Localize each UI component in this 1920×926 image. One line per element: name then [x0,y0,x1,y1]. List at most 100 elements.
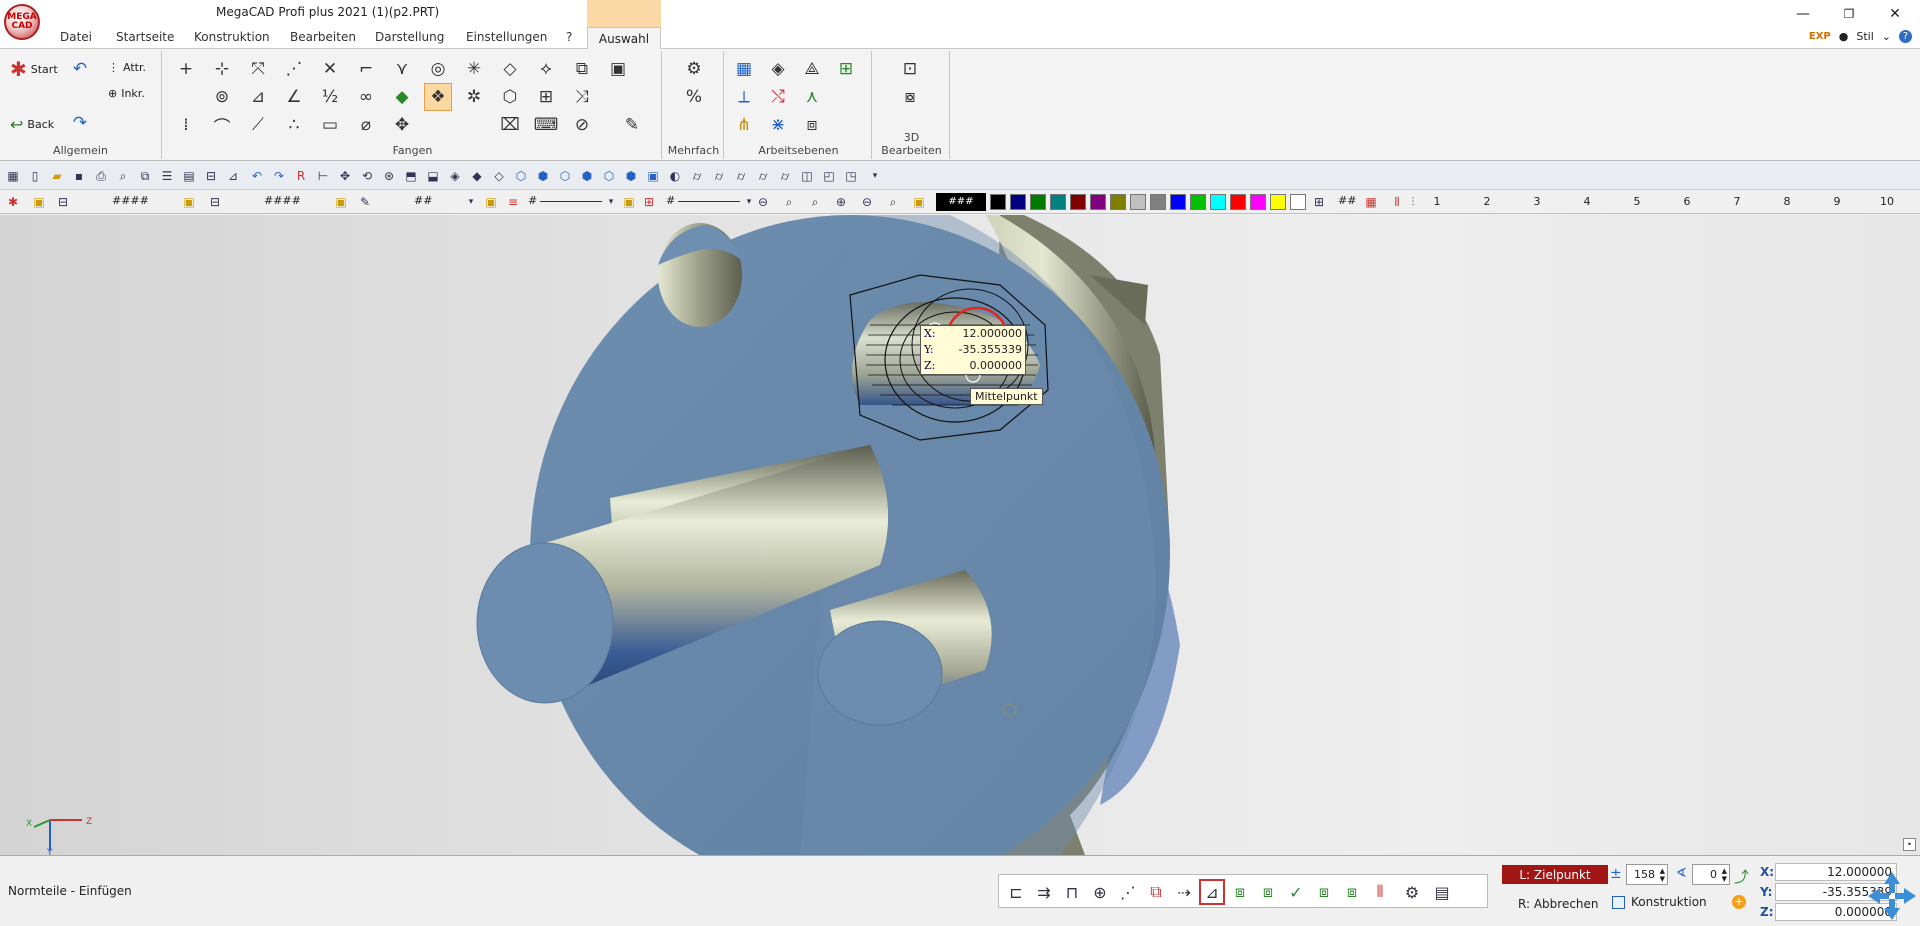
color-swatch[interactable] [1110,194,1126,210]
snap-axis-icon[interactable]: ⟡ [532,55,560,83]
grid-field[interactable]: ## [1338,194,1356,207]
viewport-1-icon[interactable]: ◰ [820,167,838,185]
axis-toggle-icon[interactable]: ⤴ [1734,866,1749,887]
color-swatch[interactable] [1250,194,1266,210]
layer-number[interactable]: 8 [1780,195,1794,208]
mode-center-icon[interactable]: ⊕ [1087,879,1113,905]
render-icon[interactable]: ▣ [644,167,662,185]
menu-einstellungen[interactable]: Einstellungen [466,30,547,44]
snap-free-icon[interactable]: + [172,55,200,83]
save-icon[interactable]: ▪ [70,167,88,185]
view-cube-2-icon[interactable]: ⬢ [534,167,552,185]
snap-face-icon[interactable]: ⬡ [496,83,524,111]
layer-dropdown-icon[interactable]: ▾ [462,193,480,211]
add-point-icon[interactable]: + [1732,895,1746,909]
view-side-icon[interactable]: ◆ [468,167,486,185]
layer-table-icon[interactable]: ▦ [1362,193,1380,211]
color-swatch[interactable] [1010,194,1026,210]
cylinder-2-icon[interactable]: ⌭ [710,167,728,185]
snap-loop-icon[interactable]: ∞ [352,83,380,111]
construction-checkbox[interactable] [1612,895,1625,909]
shade-icon[interactable]: ◐ [666,167,684,185]
layer-number[interactable]: 5 [1630,195,1644,208]
snap-b2-icon[interactable]: ⊘ [568,111,596,139]
snap-polar-icon[interactable]: ⌀ [352,111,380,139]
pencil-icon[interactable]: ✎ [618,111,646,139]
snap-arc-icon[interactable]: ⌒ [208,111,236,139]
snap-raster-icon[interactable]: ⁞ [172,111,200,139]
workplane-origin-icon[interactable]: ⋔ [730,111,758,139]
asterisk-icon[interactable]: ✱ [4,193,22,211]
color-swatch[interactable] [1210,194,1226,210]
mode-copy2-icon[interactable]: ⧈ [1255,879,1281,905]
layer-number[interactable]: 1 [1430,195,1444,208]
menu-auswahl[interactable]: Auswahl [587,27,661,50]
grid-toggle-icon[interactable]: ⊞ [1310,193,1328,211]
color-swatch[interactable] [990,194,1006,210]
zoom-minus-icon[interactable]: ⊖ [858,193,876,211]
orbit-icon[interactable]: ⊛ [380,167,398,185]
mode-direction-icon[interactable]: ⇢ [1171,879,1197,905]
layer-field[interactable]: ## [414,194,432,207]
workplane-triad-icon[interactable]: ⋏ [798,83,826,111]
3d-model[interactable] [0,215,1920,855]
tree-icon[interactable]: ⊢ [314,167,332,185]
ratio-icon[interactable]: % [680,83,708,111]
view-cube-3-icon[interactable]: ⬡ [556,167,574,185]
pen-field[interactable]: #### [264,194,301,207]
cylinder-1-icon[interactable]: ⌭ [688,167,706,185]
view-cube-5-icon[interactable]: ⬡ [600,167,618,185]
navigation-arrows-icon[interactable] [1866,870,1918,922]
snap-rect-icon[interactable]: ▭ [316,111,344,139]
snap-hierarchy-icon[interactable]: ⊞ [532,83,560,111]
toolbar-overflow-icon[interactable]: ▾ [866,167,884,185]
snap-xy-icon[interactable]: ⤨ [568,83,596,111]
color-swatch[interactable] [1050,194,1066,210]
zoom-out-icon[interactable]: ⊖ [754,193,772,211]
snap-intersection-icon[interactable]: ⤧ [244,55,272,83]
undo-icon[interactable]: ↶ [66,55,94,83]
color-swatch[interactable] [1090,194,1106,210]
view-cube-6-icon[interactable]: ⬢ [622,167,640,185]
mode-steps-icon[interactable]: ⊓ [1059,879,1085,905]
workplane-rotate-icon[interactable]: ⤭ [764,83,792,111]
properties-icon[interactable]: ⊟ [202,167,220,185]
angle-spinner-icon[interactable]: ▲ ▼ [1722,867,1727,883]
toolbar-redo-icon[interactable]: ↷ [270,167,288,185]
megacad-logo[interactable]: MEGA CAD [4,4,40,40]
menu-startseite[interactable]: Startseite [116,30,174,44]
3d-move-icon[interactable]: ⧇ [896,83,924,111]
color-swatch[interactable] [1270,194,1286,210]
snap-tangent-icon[interactable]: ⋎ [388,55,416,83]
mode-copy-icon[interactable]: ⧈ [1227,879,1253,905]
lock-5-icon[interactable]: ▣ [620,193,638,211]
view-iso-icon[interactable]: ◈ [446,167,464,185]
layer-number[interactable]: 3 [1530,195,1544,208]
line-style-field[interactable]: #### [112,194,149,207]
snap-circle-icon[interactable]: ⊚ [208,83,236,111]
snap-chain-icon[interactable]: ⧉ [568,55,596,83]
line-dropdown-icon[interactable]: ▾ [602,193,620,211]
style-label[interactable]: Stil [1856,30,1873,43]
open-folder-icon[interactable]: ▰ [48,167,66,185]
color-swatch[interactable] [1170,194,1186,210]
workplane-cube-icon[interactable]: ⧈ [798,111,826,139]
attr-button[interactable]: ⋮ Attr. [108,61,146,74]
snap-center-icon[interactable]: ◎ [424,55,452,83]
split-view-icon[interactable]: ◫ [798,167,816,185]
workplane-new-icon[interactable]: ⊞ [832,55,860,83]
construction-toggle[interactable]: Konstruktion [1612,895,1707,909]
lock-4-icon[interactable]: ▣ [482,193,500,211]
angle-input[interactable]: 0 ▲ ▼ [1692,864,1730,885]
snap-grid-icon[interactable]: ⋰ [280,55,308,83]
menu-datei[interactable]: Datei [60,30,92,44]
mode-place-icon[interactable]: ⊿ [1199,879,1225,905]
view-cube-4-icon[interactable]: ⬢ [578,167,596,185]
redo-icon[interactable]: ↷ [66,109,94,137]
close-button[interactable]: ✕ [1872,0,1918,27]
snap-half-icon[interactable]: ½ [316,83,344,111]
color-swatch[interactable] [1150,194,1166,210]
snap-star-icon[interactable]: ✳ [460,55,488,83]
step-input[interactable]: 158 ▲ ▼ [1626,864,1668,885]
layer-number[interactable]: 10 [1880,195,1894,208]
